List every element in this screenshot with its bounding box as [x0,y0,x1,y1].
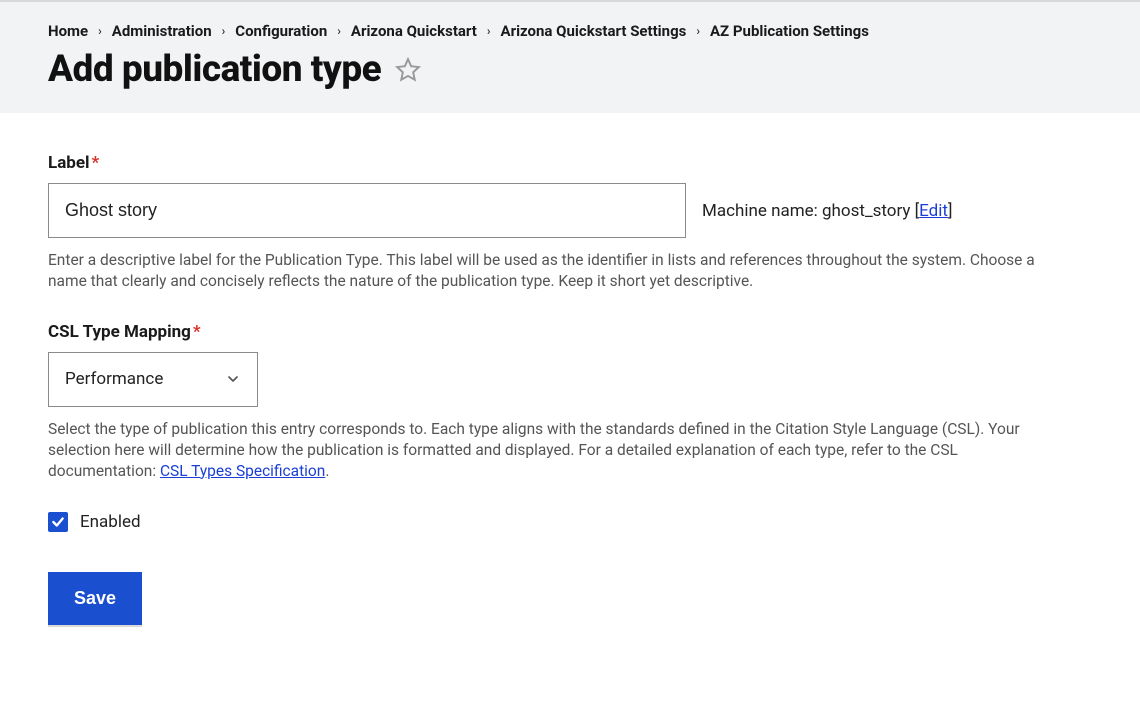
csl-description: Select the type of publication this entr… [48,419,1042,482]
page-title: Add publication type [48,48,381,91]
csl-type-select[interactable]: Performance [48,352,258,407]
machine-name-display: Machine name: ghost_story [Edit] [702,201,952,221]
label-text: CSL Type Mapping [48,322,191,342]
breadcrumb: Home › Administration › Configuration › … [48,22,1092,40]
csl-description-post: . [325,462,329,480]
machine-name-bracket: ] [948,201,953,221]
breadcrumb-item-arizona-quickstart[interactable]: Arizona Quickstart [351,22,477,40]
label-input[interactable] [48,183,686,238]
machine-name-edit-link[interactable]: Edit [919,201,948,221]
page-title-row: Add publication type [48,48,1092,91]
label-text: Label [48,153,90,173]
required-marker: * [92,153,100,173]
breadcrumb-separator: › [337,24,341,38]
breadcrumb-separator: › [222,24,226,38]
enabled-label: Enabled [80,512,141,532]
breadcrumb-separator: › [98,24,102,38]
form-main: Label* Machine name: ghost_story [Edit] … [0,113,1090,665]
save-button[interactable]: Save [48,572,142,625]
csl-field-label: CSL Type Mapping* [48,322,1042,342]
csl-types-spec-link[interactable]: CSL Types Specification [160,462,325,480]
csl-type-selected-value: Performance [65,369,163,389]
breadcrumb-item-configuration[interactable]: Configuration [235,22,327,40]
enabled-checkbox-row: Enabled [48,512,1042,532]
label-input-row: Machine name: ghost_story [Edit] [48,183,1042,238]
breadcrumb-separator: › [696,24,700,38]
star-icon[interactable] [395,57,421,83]
machine-name-prefix: Machine name: [702,201,822,221]
machine-name-value: ghost_story [822,201,910,221]
enabled-checkbox[interactable] [48,512,68,532]
breadcrumb-item-az-publication-settings[interactable]: AZ Publication Settings [710,22,869,40]
label-description: Enter a descriptive label for the Public… [48,250,1042,292]
label-field-label: Label* [48,153,1042,173]
breadcrumb-item-administration[interactable]: Administration [112,22,212,40]
form-item-label: Label* Machine name: ghost_story [Edit] … [48,153,1042,292]
page-header-region: Home › Administration › Configuration › … [0,0,1140,113]
chevron-down-icon [225,371,241,387]
breadcrumb-item-home[interactable]: Home [48,22,88,40]
required-marker: * [193,322,201,342]
form-item-csl-type: CSL Type Mapping* Performance Select the… [48,322,1042,482]
breadcrumb-item-arizona-quickstart-settings[interactable]: Arizona Quickstart Settings [501,22,687,40]
breadcrumb-separator: › [487,24,491,38]
